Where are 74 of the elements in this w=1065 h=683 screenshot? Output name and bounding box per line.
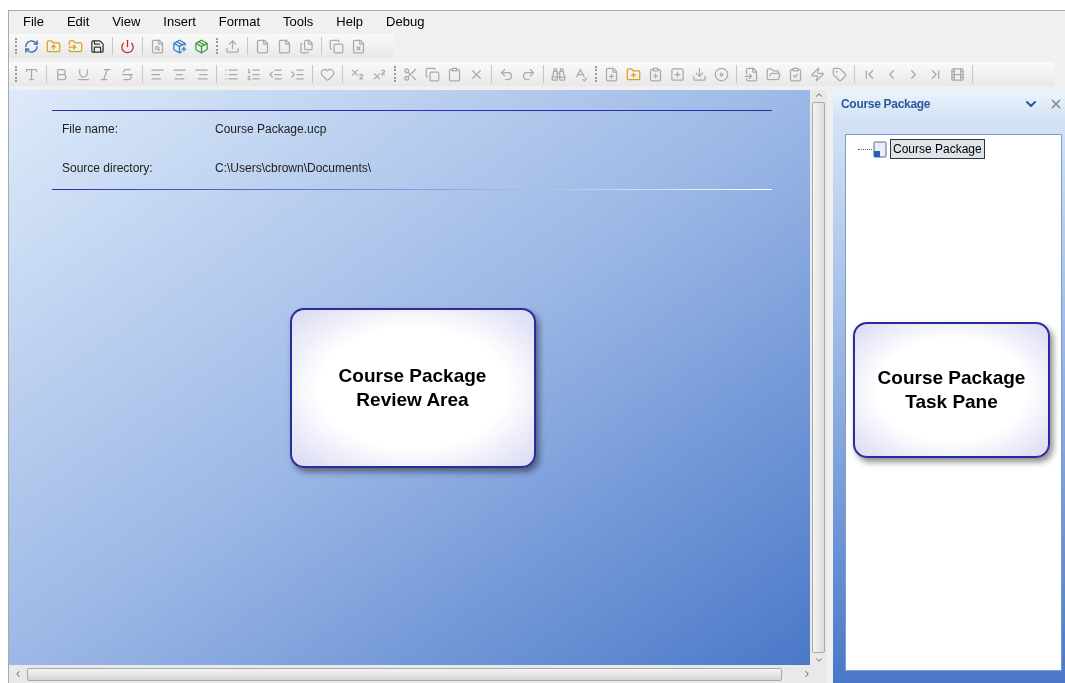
new-document-icon: [604, 66, 619, 82]
document-search-icon: [150, 38, 165, 54]
menu-item[interactable]: File: [23, 12, 44, 32]
bullet-list-icon: [224, 66, 239, 82]
refresh-icon: [24, 38, 39, 54]
superscript-icon: [372, 66, 387, 82]
lightning-icon: [810, 66, 825, 82]
field-label: Source directory:: [61, 160, 154, 177]
pane-title: Course Package: [841, 96, 932, 113]
save-icon: [90, 38, 105, 54]
align-right-icon: [194, 66, 209, 82]
close-icon[interactable]: [1049, 97, 1063, 111]
package-icon: [172, 38, 187, 54]
add-icon: [670, 66, 685, 82]
vertical-scrollbar[interactable]: [810, 90, 827, 665]
scroll-up-icon: [813, 90, 824, 100]
documents-icon: [299, 38, 314, 54]
callout-text: Course Package: [338, 363, 487, 388]
folder-upload-icon: [46, 38, 61, 54]
underline-icon: [76, 66, 91, 82]
undo-icon: [499, 66, 514, 82]
menu-item[interactable]: Edit: [66, 12, 90, 32]
font-icon: [24, 66, 39, 82]
new-folder-icon: [626, 66, 641, 82]
tag-icon: [832, 66, 847, 82]
copy-icon: [329, 38, 344, 54]
strikethrough-icon: [120, 66, 135, 82]
package-icon: [194, 38, 209, 54]
cut-icon: [403, 66, 418, 82]
outdent-icon: [268, 66, 283, 82]
package-icon: [872, 140, 888, 158]
align-center-icon: [172, 66, 187, 82]
spell-check-icon: [573, 66, 588, 82]
document-icon: [255, 38, 270, 54]
folder-icon: [766, 66, 781, 82]
field-label: File name:: [61, 121, 120, 138]
bold-icon: [54, 66, 69, 82]
align-left-icon: [150, 66, 165, 82]
menu-item[interactable]: View: [112, 12, 141, 32]
copy-icon: [425, 66, 440, 82]
upload-icon: [225, 38, 240, 54]
subscript-icon: [350, 66, 365, 82]
field-value: Course Package.ucp: [215, 121, 327, 138]
document-delete-icon: [351, 38, 366, 54]
disc-icon: [714, 66, 729, 82]
callout-text: Course Package: [877, 365, 1026, 390]
numbered-list-icon: [246, 66, 261, 82]
field-value: C:\Users\cbrown\Documents\: [215, 160, 372, 177]
folder-import-icon: [68, 38, 83, 54]
callout-text: Task Pane: [905, 389, 998, 414]
scroll-left-icon: [13, 669, 23, 679]
film-icon: [950, 66, 965, 82]
document-icon: [277, 38, 292, 54]
scroll-right-icon: [802, 669, 812, 679]
paste-icon: [447, 66, 462, 82]
menu-item[interactable]: Insert: [163, 12, 196, 32]
tree-item[interactable]: Course Package: [890, 139, 985, 159]
redo-icon: [521, 66, 536, 82]
menu-item[interactable]: Format: [218, 12, 260, 32]
clipboard-add-icon: [648, 66, 663, 82]
indent-icon: [290, 66, 305, 82]
callout-text: Review Area: [356, 387, 469, 412]
scroll-down-icon: [813, 655, 824, 665]
heart-icon: [320, 66, 335, 82]
horizontal-scrollbar[interactable]: [9, 665, 827, 683]
download-icon: [692, 66, 707, 82]
menu-item[interactable]: Debug: [386, 12, 425, 32]
find-icon: [551, 66, 566, 82]
document-icon: [744, 66, 759, 82]
power-icon: [120, 38, 135, 54]
menu-item[interactable]: Help: [336, 12, 364, 32]
menu-item[interactable]: Tools: [283, 12, 314, 32]
clipboard-check-icon: [788, 66, 803, 82]
italic-icon: [98, 66, 113, 82]
